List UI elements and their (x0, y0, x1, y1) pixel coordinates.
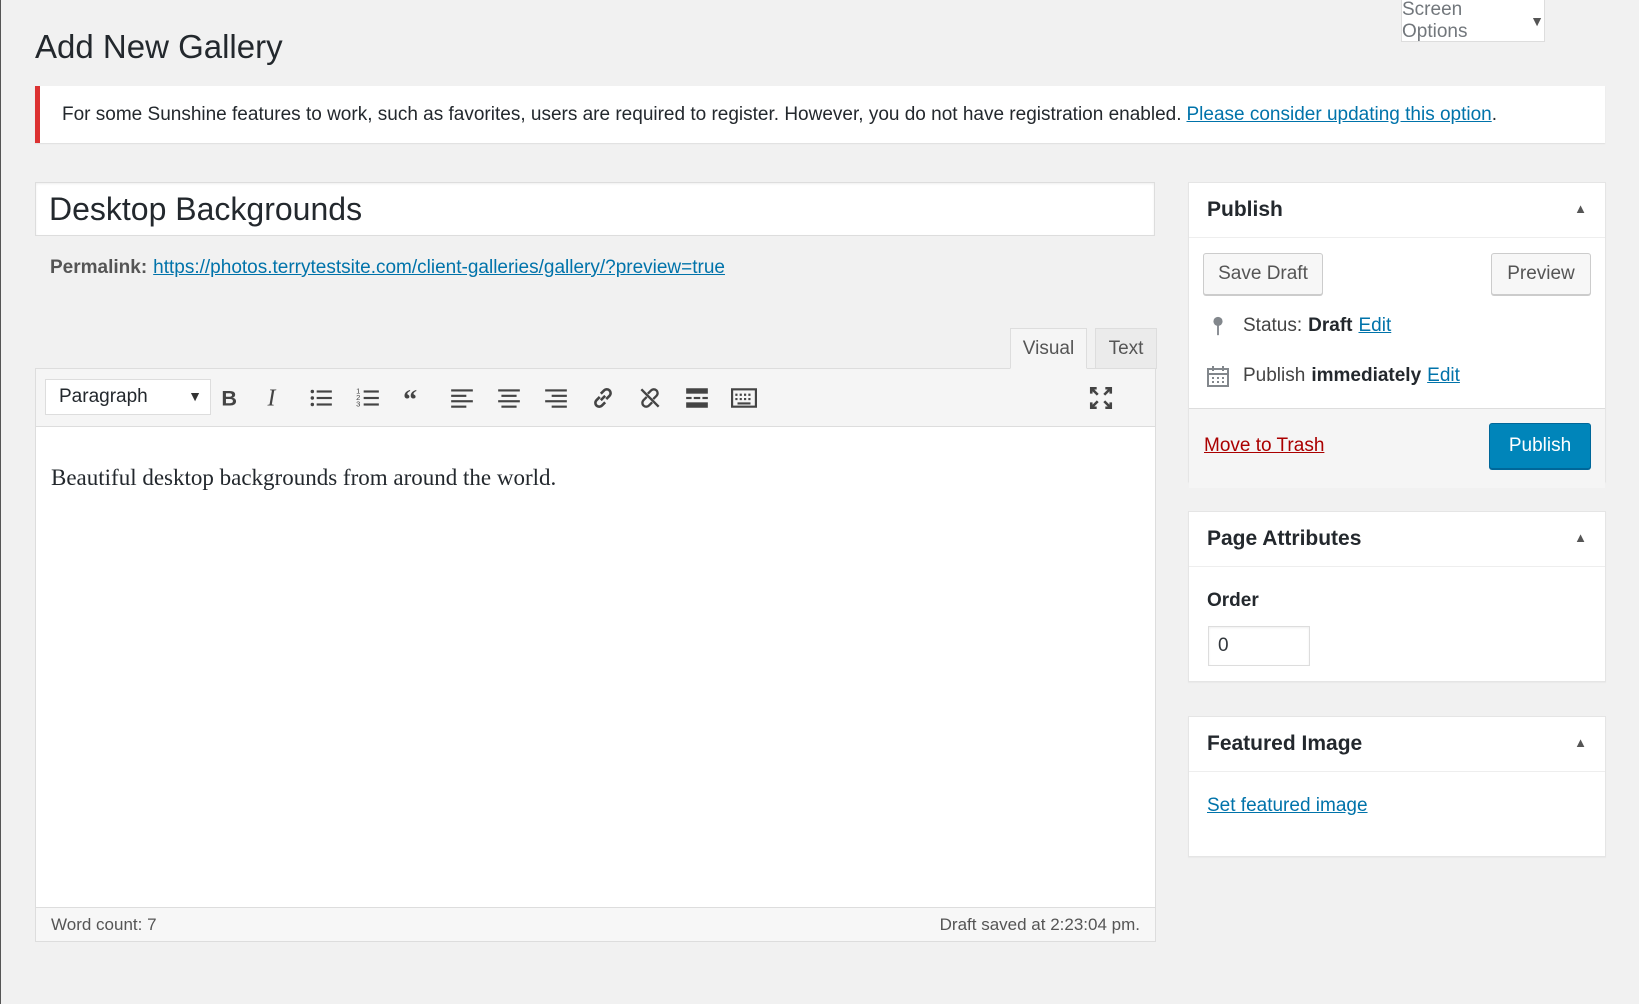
read-more-icon[interactable] (680, 381, 714, 415)
svg-text:3: 3 (356, 400, 360, 409)
major-publishing-actions: Move to Trash Publish (1189, 408, 1605, 488)
notice-text: For some Sunshine features to work, such… (62, 103, 1182, 125)
format-select[interactable]: Paragraph ▼ (45, 379, 211, 415)
screen-options-label: Screen Options (1402, 0, 1468, 42)
pin-icon (1205, 313, 1231, 339)
featured-image-header: Featured Image ▲ (1189, 717, 1605, 772)
tab-text[interactable]: Text (1095, 328, 1157, 369)
collapse-arrow-icon[interactable]: ▲ (1574, 201, 1587, 216)
link-icon[interactable] (586, 381, 620, 415)
preview-button[interactable]: Preview (1491, 253, 1591, 295)
draft-saved-status: Draft saved at 2:23:04 pm. (939, 914, 1140, 934)
order-label: Order (1207, 590, 1259, 611)
featured-image-title: Featured Image (1207, 732, 1363, 755)
editor-content[interactable]: Beautiful desktop backgrounds from aroun… (51, 465, 556, 491)
page-attributes-header: Page Attributes ▲ (1189, 512, 1605, 567)
status-edit-link[interactable]: Edit (1359, 315, 1392, 337)
blockquote-icon[interactable]: “ (398, 381, 432, 415)
status-label: Status: (1243, 315, 1303, 336)
calendar-icon (1205, 363, 1231, 389)
unlink-icon[interactable] (633, 381, 667, 415)
publish-edit-link[interactable]: Edit (1427, 365, 1460, 387)
permalink-url[interactable]: https://photos.terrytestsite.com/client-… (153, 257, 725, 278)
caret-down-icon: ▼ (188, 388, 202, 404)
publish-box: Publish ▲ Save Draft Preview Status: Dra… (1188, 182, 1606, 488)
screen-options-button[interactable]: Screen Options ▼ (1401, 0, 1545, 42)
bold-icon[interactable]: B (212, 381, 246, 415)
align-right-icon[interactable] (539, 381, 573, 415)
post-title-input[interactable]: Desktop Backgrounds (35, 182, 1155, 236)
publish-value: immediately (1311, 365, 1422, 386)
tab-visual[interactable]: Visual (1010, 328, 1087, 369)
save-draft-button[interactable]: Save Draft (1203, 253, 1323, 295)
permalink: Permalink: https://photos.terrytestsite.c… (50, 257, 725, 279)
format-select-value: Paragraph (59, 386, 148, 407)
editor-toolbar: Paragraph ▼ B I 123 “ (36, 369, 1155, 427)
publish-box-header: Publish ▲ (1189, 183, 1605, 238)
featured-image-box: Featured Image ▲ Set featured image (1188, 716, 1606, 857)
publish-schedule-row: Publish immediately Edit (1205, 363, 1460, 389)
move-to-trash-link[interactable]: Move to Trash (1204, 435, 1324, 457)
toolbar-toggle-icon[interactable] (727, 381, 761, 415)
italic-icon[interactable]: I (257, 381, 291, 415)
permalink-label: Permalink: (50, 257, 148, 278)
notice-link[interactable]: Please consider updating this option (1186, 104, 1491, 126)
status-row: Status: Draft Edit (1205, 313, 1391, 339)
svg-text:“: “ (403, 385, 417, 411)
word-count: Word count: 7 (51, 914, 157, 934)
svg-text:B: B (221, 386, 237, 411)
collapse-arrow-icon[interactable]: ▲ (1574, 735, 1587, 750)
publish-button[interactable]: Publish (1489, 423, 1591, 469)
notice-trail: . (1491, 103, 1498, 125)
set-featured-image-link[interactable]: Set featured image (1207, 795, 1368, 817)
bulleted-list-icon[interactable] (304, 381, 338, 415)
page-attributes-box: Page Attributes ▲ Order 0 (1188, 511, 1606, 682)
order-input[interactable]: 0 (1208, 626, 1310, 666)
numbered-list-icon[interactable]: 123 (351, 381, 385, 415)
svg-text:I: I (267, 386, 277, 411)
page-title: Add New Gallery (35, 28, 283, 65)
content-editor: Paragraph ▼ B I 123 “ Beautiful desktop … (35, 368, 1156, 942)
page-attributes-title: Page Attributes (1207, 527, 1362, 550)
editor-status-bar: Word count: 7 Draft saved at 2:23:04 pm. (36, 907, 1155, 941)
registration-notice: For some Sunshine features to work, such… (35, 86, 1605, 143)
collapse-arrow-icon[interactable]: ▲ (1574, 530, 1587, 545)
publish-box-title: Publish (1207, 198, 1283, 221)
align-left-icon[interactable] (445, 381, 479, 415)
align-center-icon[interactable] (492, 381, 526, 415)
status-value: Draft (1308, 315, 1353, 336)
fullscreen-icon[interactable] (1084, 381, 1118, 415)
publish-label: Publish (1243, 365, 1306, 386)
chevron-down-icon: ▼ (1530, 12, 1544, 29)
